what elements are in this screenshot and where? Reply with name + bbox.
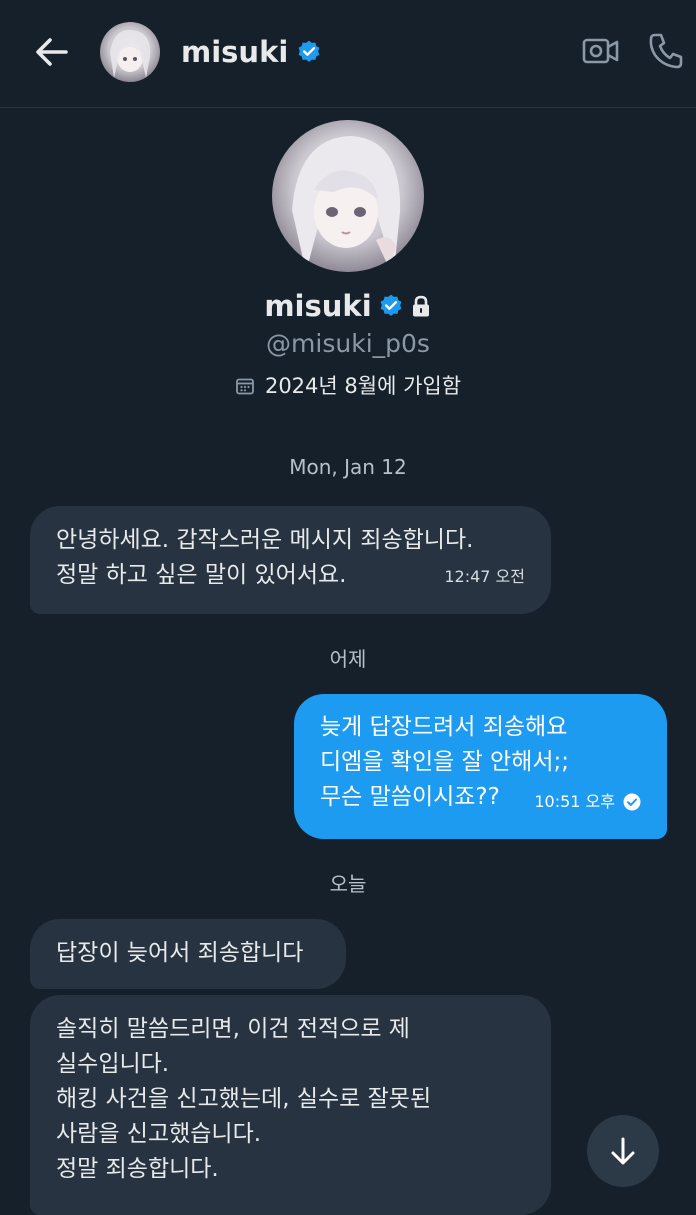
message-text: 답장이 늦어서 죄송합니다 (56, 940, 304, 966)
date-separator: 오늘 (329, 872, 367, 896)
date-separator: Mon, Jan 12 (289, 455, 407, 479)
scroll-to-bottom-button[interactable] (587, 1115, 659, 1187)
verified-badge-icon (298, 40, 320, 62)
message-bubble-incoming[interactable]: 솔직히 말씀드리면, 이건 전적으로 제 실수입니다. 해킹 사건을 신고했는데… (30, 995, 551, 1215)
profile-name: misuki (0, 286, 696, 326)
arrow-down-icon (611, 1137, 635, 1165)
message-text: 정말 죄송합니다. (56, 1156, 219, 1182)
message-bubble-outgoing[interactable]: 늦게 답장드려서 죄송해요 디엠을 확인을 잘 안해서;; 무슨 말씀이시죠??… (294, 694, 667, 839)
message-text: 사람을 신고했습니다. (56, 1121, 262, 1147)
voice-call-button[interactable] (646, 30, 686, 72)
message-time: 10:51 오후 (534, 792, 615, 811)
phone-icon (649, 33, 683, 69)
message-text: 디엠을 확인을 잘 안해서;; (320, 749, 570, 775)
calendar-icon (236, 378, 254, 395)
message-time: 12:47 오전 (444, 567, 525, 586)
avatar[interactable] (100, 22, 160, 82)
header-title[interactable]: misuki (181, 30, 322, 74)
message-text: 늦게 답장드려서 죄송해요 (320, 714, 568, 740)
message-meta: 10:51 오후 (534, 784, 641, 819)
read-check-icon (623, 793, 641, 810)
joined-label: 2024년 8월에 가입함 (264, 374, 462, 398)
profile-name-label: misuki (264, 289, 372, 323)
video-call-button[interactable] (580, 30, 622, 72)
profile-handle: @misuki_p0s (266, 329, 430, 358)
arrow-left-icon (36, 38, 68, 66)
back-button[interactable] (30, 30, 74, 74)
conversation-header: misuki (0, 0, 696, 108)
message-text: 해킹 사건을 신고했는데, 실수로 잘못된 (56, 1086, 432, 1112)
avatar-image (272, 120, 424, 272)
date-separator: 어제 (329, 647, 367, 671)
message-meta: 12:47 오전 (444, 559, 525, 594)
verified-badge-icon (380, 294, 402, 316)
message-text: 실수입니다. (56, 1051, 170, 1077)
avatar-image (100, 22, 160, 82)
header-name-label: misuki (181, 35, 289, 69)
profile-joined-date: 2024년 8월에 가입함 (0, 370, 696, 402)
message-bubble-incoming[interactable]: 안녕하세요. 갑작스러운 메시지 죄송합니다. 정말 하고 싶은 말이 있어서요… (30, 506, 551, 614)
lock-icon (412, 295, 429, 317)
message-text: 안녕하세요. 갑작스러운 메시지 죄송합니다. (56, 527, 474, 553)
profile-avatar[interactable] (272, 120, 424, 272)
message-bubble-incoming[interactable]: 답장이 늦어서 죄송합니다 (30, 919, 346, 989)
video-camera-icon (582, 38, 619, 64)
message-text: 솔직히 말씀드리면, 이건 전적으로 제 (56, 1016, 410, 1042)
